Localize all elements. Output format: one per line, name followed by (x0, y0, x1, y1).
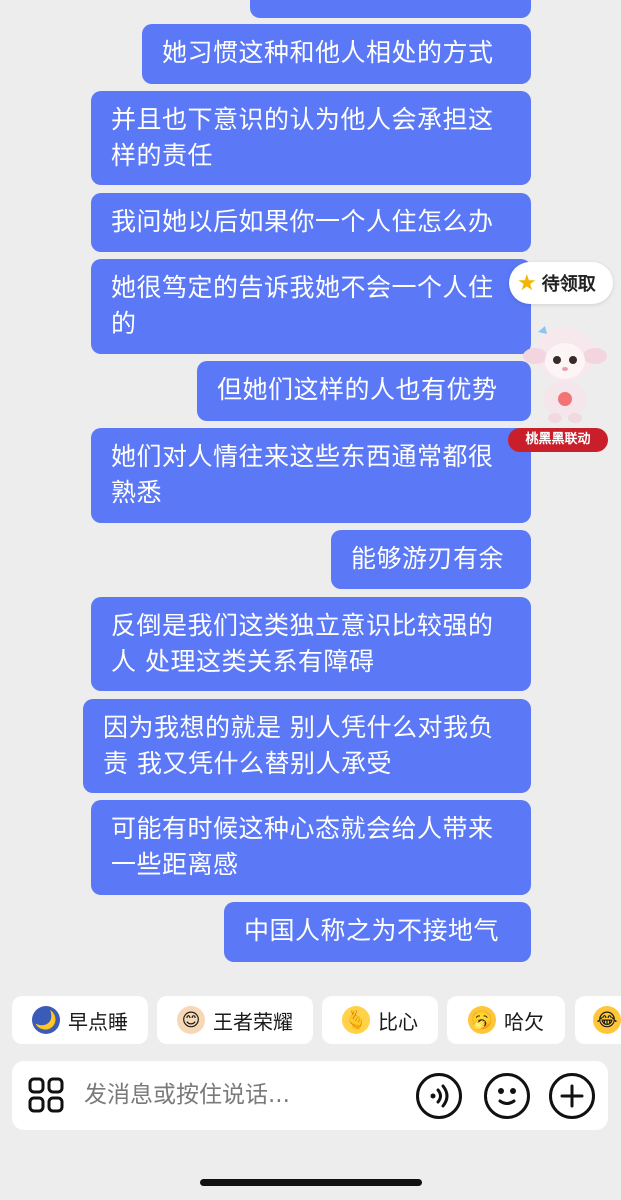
message-text: 反倒是我们这类独立意识比较强的人 处理这类关系有障碍 (111, 611, 494, 676)
emoji-icon[interactable] (484, 1073, 530, 1119)
quick-reply-label: 哈欠 (504, 1009, 544, 1034)
sleepy-moon-emoji-icon: 🌙 (32, 1006, 60, 1034)
quick-reply-chip[interactable]: 🌙 早点睡 (12, 996, 148, 1044)
message-bubble[interactable]: 她习惯这种和他人相处的方式 (142, 24, 531, 84)
message-bubble[interactable]: 能够游刃有余 (331, 530, 531, 589)
voice-icon[interactable] (416, 1073, 462, 1119)
quick-reply-chip[interactable]: 😊 王者荣耀 (157, 996, 313, 1044)
message-bubble-partial[interactable] (250, 0, 531, 18)
laughing-emoji-icon: 😂 (593, 1006, 621, 1034)
message-text: 因为我想的就是 别人凭什么对我负责 我又凭什么替别人承受 (103, 713, 494, 778)
message-text: 她习惯这种和他人相处的方式 (162, 38, 494, 67)
quick-reply-bar: 🌙 早点睡 😊 王者荣耀 🫰 比心 🥱 哈欠 😂 (12, 996, 621, 1044)
message-text: 我问她以后如果你一个人住怎么办 (111, 207, 494, 236)
quick-reply-chip[interactable]: 🥱 哈欠 (447, 996, 565, 1044)
home-indicator (200, 1179, 422, 1186)
message-bubble[interactable]: 因为我想的就是 别人凭什么对我负责 我又凭什么替别人承受 (83, 699, 531, 793)
message-bubble[interactable]: 并且也下意识的认为他人会承担这样的责任 (91, 91, 531, 185)
yawn-emoji-icon: 🥱 (468, 1006, 496, 1034)
finger-heart-emoji-icon: 🫰 (342, 1006, 370, 1034)
quick-reply-label: 王者荣耀 (213, 1009, 293, 1034)
quick-reply-chip[interactable]: 😂 (575, 996, 621, 1044)
message-bubble[interactable]: 她们对人情往来这些东西通常都很熟悉 (91, 428, 531, 523)
quick-reply-chip[interactable]: 🫰 比心 (322, 996, 438, 1044)
message-bubble[interactable]: 但她们这样的人也有优势 (197, 361, 531, 421)
pending-label: 待领取 (541, 274, 596, 295)
message-text: 中国人称之为不接地气 (244, 916, 500, 945)
message-text: 她们对人情往来这些东西通常都很熟悉 (111, 442, 494, 507)
message-text: 能够游刃有余 (351, 544, 505, 573)
message-text: 并且也下意识的认为他人会承担这样的责任 (111, 105, 494, 170)
pending-reward-pill[interactable]: ★ 待领取 (509, 262, 613, 304)
message-bubble[interactable]: 可能有时候这种心态就会给人带来一些距离感 (91, 800, 531, 895)
collab-badge[interactable]: 桃黑黑联动 (508, 428, 608, 452)
apps-grid-icon[interactable] (28, 1077, 64, 1113)
message-bubble[interactable]: 我问她以后如果你一个人住怎么办 (91, 193, 531, 252)
message-text: 但她们这样的人也有优势 (217, 375, 498, 404)
event-float-widget[interactable]: ★ 待领取 桃黑黑联动 (506, 262, 614, 454)
message-bubble[interactable]: 她很笃定的告诉我她不会一个人住的 (91, 259, 531, 354)
star-icon: ★ (517, 270, 537, 296)
quick-reply-label: 早点睡 (68, 1009, 128, 1034)
plus-icon[interactable] (549, 1073, 595, 1119)
message-text: 她很笃定的告诉我她不会一个人住的 (111, 273, 494, 338)
message-input-bar: 发消息或按住说话... (12, 1061, 608, 1130)
quick-reply-label: 比心 (378, 1009, 418, 1034)
lamb-mascot-icon[interactable] (520, 314, 610, 426)
message-input[interactable]: 发消息或按住说话... (84, 1061, 290, 1130)
message-bubble[interactable]: 中国人称之为不接地气 (224, 902, 531, 962)
game-character-emoji-icon: 😊 (177, 1006, 205, 1034)
message-bubble[interactable]: 反倒是我们这类独立意识比较强的人 处理这类关系有障碍 (91, 597, 531, 691)
message-text: 可能有时候这种心态就会给人带来一些距离感 (111, 814, 494, 879)
